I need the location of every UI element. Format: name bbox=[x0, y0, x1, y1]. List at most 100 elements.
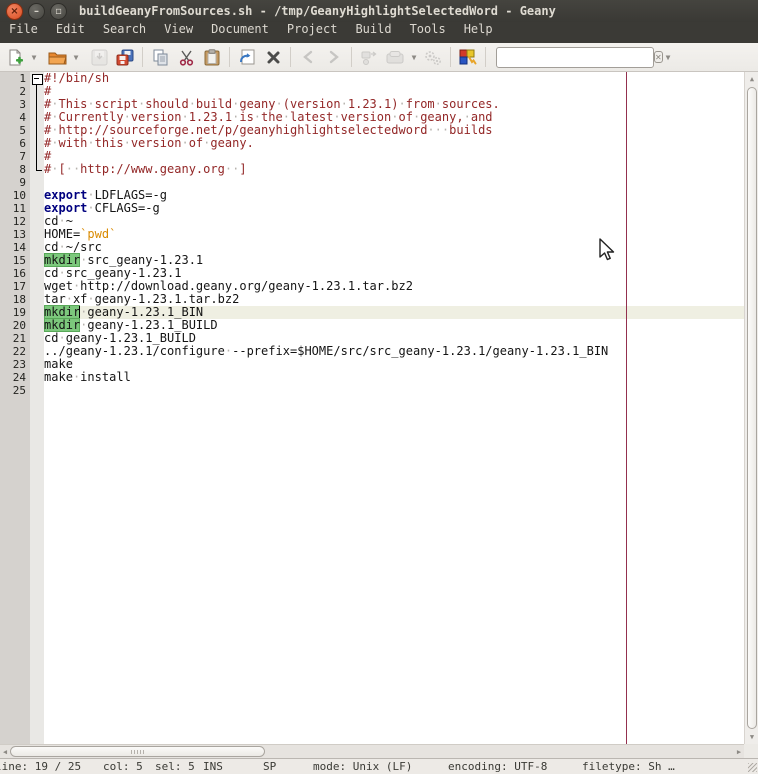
code-line[interactable]: 1 #!/bin/sh bbox=[0, 72, 744, 85]
save-all-button[interactable] bbox=[112, 45, 138, 70]
line-number[interactable]: 11 bbox=[0, 202, 30, 215]
code-text[interactable]: export·CFLAGS=-g bbox=[44, 202, 744, 215]
code-line[interactable]: 8 #·[··http://www.geany.org··] bbox=[0, 163, 744, 176]
code-text[interactable]: make bbox=[44, 358, 744, 371]
execute-button[interactable] bbox=[420, 45, 446, 70]
line-number[interactable]: 15 bbox=[0, 254, 30, 267]
fold-margin bbox=[30, 267, 44, 280]
color-chooser-button[interactable] bbox=[455, 45, 481, 70]
menu-view[interactable]: View bbox=[155, 22, 202, 43]
menu-edit[interactable]: Edit bbox=[47, 22, 94, 43]
search-input[interactable] bbox=[501, 48, 654, 66]
line-number[interactable]: 18 bbox=[0, 293, 30, 306]
line-number[interactable]: 20 bbox=[0, 319, 30, 332]
window-minimize-button[interactable]: – bbox=[28, 2, 45, 20]
menu-build[interactable]: Build bbox=[346, 22, 400, 43]
window-maximize-button[interactable]: ▫ bbox=[50, 2, 67, 20]
window-close-button[interactable]: × bbox=[6, 2, 23, 20]
code-token: HOME= bbox=[44, 227, 81, 241]
cut-button[interactable] bbox=[173, 45, 199, 70]
menu-tools[interactable]: Tools bbox=[401, 22, 455, 43]
navigate-back-button[interactable] bbox=[295, 45, 321, 70]
line-number[interactable]: 16 bbox=[0, 267, 30, 280]
compile-icon bbox=[361, 50, 377, 65]
status-field: filetype: Sh … bbox=[582, 760, 675, 773]
paste-button[interactable] bbox=[199, 45, 225, 70]
line-number[interactable]: 13 bbox=[0, 228, 30, 241]
compile-button[interactable] bbox=[356, 45, 382, 70]
menu-document[interactable]: Document bbox=[202, 22, 278, 43]
build-brick-icon bbox=[386, 51, 403, 64]
titlebar[interactable]: × – ▫ buildGeanyFromSources.sh - /tmp/Ge… bbox=[0, 0, 758, 22]
fold-margin bbox=[30, 228, 44, 241]
code-text[interactable]: #·with·this·version·of·geany. bbox=[44, 137, 744, 150]
line-number[interactable]: 25 bbox=[0, 384, 30, 397]
new-file-dropdown[interactable]: ▼ bbox=[28, 45, 40, 70]
menu-help[interactable]: Help bbox=[455, 22, 502, 43]
editor-empty-area[interactable] bbox=[0, 397, 744, 744]
code-text[interactable]: #·[··http://www.geany.org··] bbox=[44, 163, 744, 176]
code-text[interactable]: cd·~ bbox=[44, 215, 744, 228]
line-number[interactable]: 21 bbox=[0, 332, 30, 345]
code-text[interactable]: HOME=`pwd` bbox=[44, 228, 744, 241]
code-line[interactable]: 6 #·with·this·version·of·geany. bbox=[0, 137, 744, 150]
menu-search[interactable]: Search bbox=[94, 22, 155, 43]
vertical-scroll-thumb[interactable] bbox=[747, 87, 757, 729]
line-number[interactable]: 19 bbox=[0, 306, 30, 319]
fold-margin bbox=[30, 345, 44, 358]
menu-project[interactable]: Project bbox=[278, 22, 347, 43]
window-title: buildGeanyFromSources.sh - /tmp/GeanyHig… bbox=[79, 4, 556, 18]
code-line[interactable]: 24 make·install bbox=[0, 371, 744, 384]
code-text[interactable]: make·install bbox=[44, 371, 744, 384]
scroll-down-arrow[interactable]: ▼ bbox=[745, 730, 758, 744]
line-number[interactable]: 10 bbox=[0, 189, 30, 202]
line-number[interactable]: 22 bbox=[0, 345, 30, 358]
code-token: export bbox=[44, 201, 88, 215]
line-number[interactable]: 7 bbox=[0, 150, 30, 163]
build-dropdown[interactable]: ▼ bbox=[408, 45, 420, 70]
revert-button[interactable] bbox=[234, 45, 260, 70]
horizontal-scroll-thumb[interactable] bbox=[10, 746, 265, 757]
open-file-button[interactable] bbox=[44, 45, 70, 70]
line-number[interactable]: 4 bbox=[0, 111, 30, 124]
line-number[interactable]: 12 bbox=[0, 215, 30, 228]
code-line[interactable]: 13 HOME=`pwd` bbox=[0, 228, 744, 241]
code-line[interactable]: 11 export·CFLAGS=-g bbox=[0, 202, 744, 215]
fold-toggle-icon[interactable] bbox=[30, 72, 44, 85]
line-number[interactable]: 6 bbox=[0, 137, 30, 150]
line-number[interactable]: 14 bbox=[0, 241, 30, 254]
navigate-forward-button[interactable] bbox=[321, 45, 347, 70]
code-token: #·[··http://www.geany.org··] bbox=[44, 162, 247, 176]
line-number[interactable]: 5 bbox=[0, 124, 30, 137]
line-number[interactable]: 8 bbox=[0, 163, 30, 176]
line-number[interactable]: 24 bbox=[0, 371, 30, 384]
line-number[interactable]: 3 bbox=[0, 98, 30, 111]
open-file-dropdown[interactable]: ▼ bbox=[70, 45, 82, 70]
scroll-up-arrow[interactable]: ▲ bbox=[745, 72, 758, 86]
code-text[interactable] bbox=[44, 384, 744, 397]
horizontal-scrollbar[interactable]: ◀ ▶ bbox=[0, 744, 744, 758]
line-number[interactable]: 9 bbox=[0, 176, 30, 189]
line-number[interactable]: 17 bbox=[0, 280, 30, 293]
scroll-left-arrow[interactable]: ◀ bbox=[0, 745, 10, 759]
code-line[interactable]: 25 bbox=[0, 384, 744, 397]
editor-view[interactable]: 1 #!/bin/sh 2 #3 #·This·script·should·build·… bbox=[0, 72, 744, 744]
menu-file[interactable]: File bbox=[0, 22, 47, 43]
line-number[interactable]: 1 bbox=[0, 72, 30, 85]
code-token: cd·~ bbox=[44, 214, 73, 228]
vertical-scrollbar[interactable]: ▲ ▼ bbox=[744, 72, 758, 744]
toolbar-search-entry[interactable]: ✕ bbox=[496, 46, 663, 68]
build-button[interactable] bbox=[382, 45, 408, 70]
resize-grip[interactable] bbox=[748, 763, 757, 772]
line-number[interactable]: 2 bbox=[0, 85, 30, 98]
close-document-button[interactable] bbox=[260, 45, 286, 70]
code-line[interactable]: 22 ../geany-1.23.1/configure·--prefix=$HO… bbox=[0, 345, 744, 358]
line-number[interactable]: 23 bbox=[0, 358, 30, 371]
code-text[interactable]: ../geany-1.23.1/configure·--prefix=$HOME… bbox=[44, 345, 744, 358]
new-file-button[interactable] bbox=[2, 45, 28, 70]
scroll-right-arrow[interactable]: ▶ bbox=[734, 745, 744, 759]
save-button[interactable] bbox=[86, 45, 112, 70]
toolbar-overflow-button[interactable]: ▼ bbox=[662, 45, 674, 70]
copy-button[interactable] bbox=[147, 45, 173, 70]
code-text[interactable]: #!/bin/sh bbox=[44, 72, 744, 85]
